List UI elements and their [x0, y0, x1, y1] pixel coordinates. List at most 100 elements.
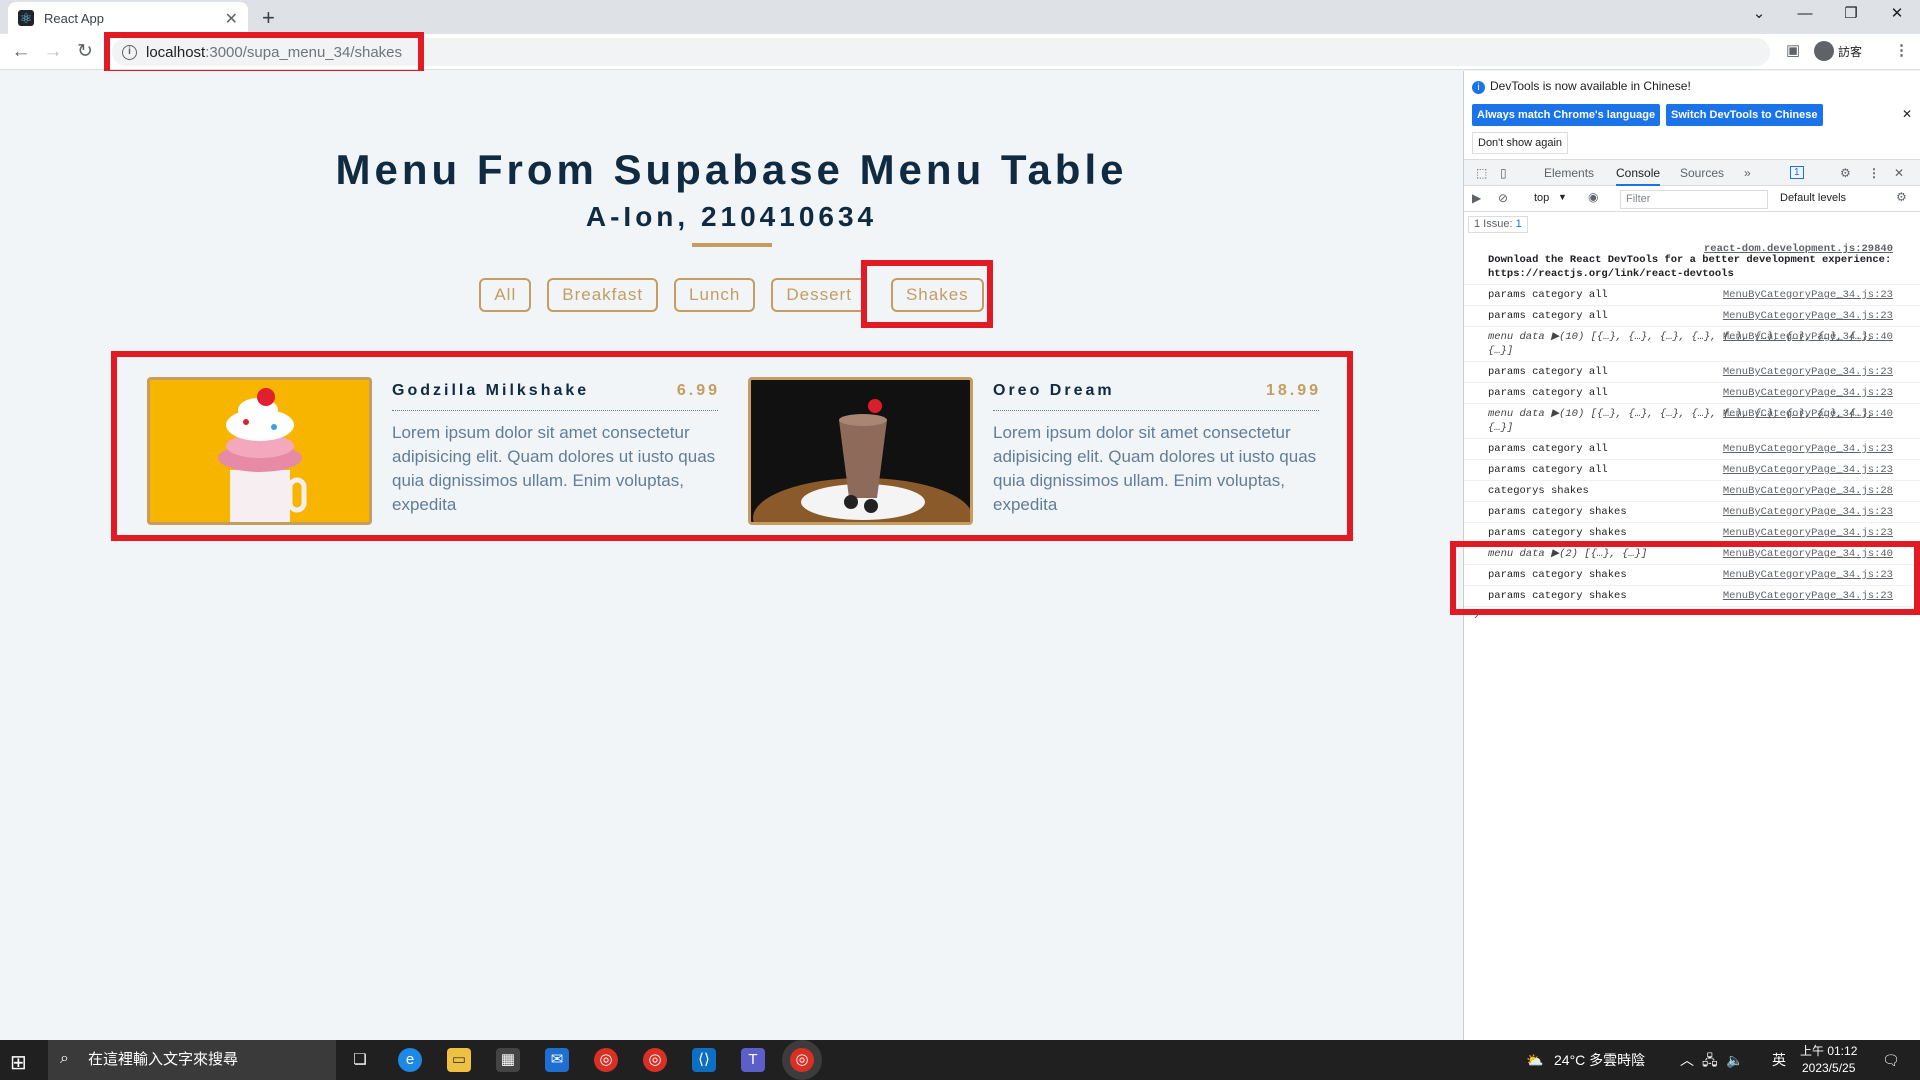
- reload-icon[interactable]: ↻: [72, 39, 98, 65]
- log-text: params category all: [1488, 310, 1608, 322]
- inspect-icon[interactable]: ⬚: [1476, 166, 1487, 180]
- devtools-menu-icon[interactable]: ⋮: [1868, 166, 1880, 180]
- clock-date: 2023/5/25: [1801, 1061, 1856, 1075]
- filter-lunch-button[interactable]: Lunch: [674, 278, 756, 312]
- vscode-icon[interactable]: ⟨⟩: [692, 1048, 716, 1072]
- profile-button[interactable]: 訪客: [1814, 41, 1862, 61]
- menu-dots-icon[interactable]: ⋮: [1894, 41, 1909, 59]
- context-select[interactable]: top: [1534, 192, 1549, 204]
- log-entry: react-dom.development.js:29840 Download t…: [1464, 239, 1920, 285]
- clear-console-icon[interactable]: ⊘: [1498, 191, 1508, 205]
- filter-all-button[interactable]: All: [479, 278, 532, 312]
- avatar: [1814, 41, 1834, 61]
- close-notice-icon[interactable]: ✕: [1902, 107, 1912, 121]
- issues-bar[interactable]: 1 Issue: 1: [1468, 216, 1528, 233]
- search-icon: ⌕: [60, 1050, 69, 1067]
- browser-tab[interactable]: ⚛ React App ✕: [8, 2, 248, 34]
- log-source-link[interactable]: MenuByCategoryPage_34.js:23: [1723, 288, 1893, 302]
- log-text: params category all: [1488, 366, 1608, 378]
- annotation-box-console: [1450, 541, 1920, 615]
- filter-dessert-button[interactable]: Dessert: [771, 278, 867, 312]
- tray-chevron-icon[interactable]: ︿: [1680, 1040, 1694, 1080]
- task-view-icon[interactable]: ❏: [348, 1048, 372, 1072]
- taskbar-clock[interactable]: 上午 01:12 2023/5/25: [1800, 1043, 1857, 1077]
- log-source-link[interactable]: MenuByCategoryPage_34.js:40: [1723, 330, 1893, 344]
- volume-icon[interactable]: 🔈: [1726, 1040, 1743, 1080]
- annotation-box-shakes: [861, 260, 993, 328]
- log-entry[interactable]: MenuByCategoryPage_34.js:40 menu data ▶(1…: [1464, 404, 1920, 439]
- settings-icon[interactable]: ⚙: [1840, 166, 1851, 180]
- weather-icon: ⛅: [1526, 1052, 1544, 1068]
- store-icon[interactable]: ▦: [496, 1048, 520, 1072]
- devtools-tabs: ⬚ ▯ Elements Console Sources » 1 ⚙ ⋮ ✕: [1464, 159, 1920, 186]
- tab-strip: ⚛ React App ✕ + ⌄ — ❐ ✕: [0, 0, 1920, 34]
- edge-icon[interactable]: e: [398, 1048, 422, 1072]
- chrome-icon[interactable]: ◎: [594, 1048, 618, 1072]
- log-text: params category all: [1488, 289, 1608, 301]
- dont-show-button[interactable]: Don't show again: [1472, 132, 1569, 154]
- page-title: Menu From Supabase Menu Table: [335, 146, 1128, 193]
- device-toolbar-icon[interactable]: ▯: [1500, 166, 1507, 180]
- ime-indicator[interactable]: 英: [1772, 1040, 1786, 1080]
- side-panel-icon[interactable]: ▣: [1786, 41, 1800, 59]
- restore-button[interactable]: ❐: [1828, 0, 1874, 30]
- issues-count: 1: [1515, 218, 1522, 230]
- log-entry[interactable]: MenuByCategoryPage_34.js:40 menu data ▶(1…: [1464, 327, 1920, 362]
- notice-text: DevTools is now available in Chinese!: [1490, 79, 1691, 93]
- filter-breakfast-button[interactable]: Breakfast: [547, 278, 659, 312]
- teams-icon[interactable]: T: [741, 1048, 765, 1072]
- notification-icon[interactable]: 🗨: [1882, 1040, 1900, 1080]
- match-language-button[interactable]: Always match Chrome's language: [1472, 104, 1661, 126]
- taskbar-search-input[interactable]: 在這裡輸入文字來搜尋: [48, 1040, 336, 1080]
- console-settings-icon[interactable]: ⚙: [1896, 190, 1907, 204]
- switch-language-button[interactable]: Switch DevTools to Chinese: [1666, 104, 1823, 126]
- console-toolbar: ▶ ⊘ top ▼ ◉ Filter Default levels ⚙: [1464, 186, 1920, 212]
- log-source-link[interactable]: MenuByCategoryPage_34.js:23: [1723, 442, 1893, 456]
- console-filter-input[interactable]: Filter: [1620, 190, 1768, 209]
- close-window-button[interactable]: ✕: [1874, 0, 1920, 30]
- log-entry: MenuByCategoryPage_34.js:23 params catego…: [1464, 383, 1920, 404]
- log-text: categorys shakes: [1488, 485, 1589, 497]
- log-source-link[interactable]: MenuByCategoryPage_34.js:23: [1723, 505, 1893, 519]
- category-filters: All Breakfast Lunch Dessert Shakes: [0, 278, 1463, 312]
- log-source-link[interactable]: MenuByCategoryPage_34.js:23: [1723, 365, 1893, 379]
- log-entry: MenuByCategoryPage_34.js:28 categorys sha…: [1464, 481, 1920, 502]
- new-tab-button[interactable]: +: [262, 5, 275, 31]
- log-source-link[interactable]: MenuByCategoryPage_34.js:23: [1723, 463, 1893, 477]
- tab-search-icon[interactable]: ⌄: [1736, 0, 1782, 30]
- log-text: Download the React DevTools for a better…: [1488, 254, 1892, 280]
- back-icon[interactable]: ←: [8, 39, 34, 65]
- log-source-link[interactable]: MenuByCategoryPage_34.js:28: [1723, 484, 1893, 498]
- log-entry: MenuByCategoryPage_34.js:23 params catego…: [1464, 439, 1920, 460]
- log-levels-select[interactable]: Default levels: [1780, 192, 1846, 204]
- network-icon[interactable]: 🖧: [1702, 1040, 1718, 1080]
- windows-start-icon[interactable]: ⊞: [10, 1050, 27, 1075]
- log-source-link[interactable]: MenuByCategoryPage_34.js:40: [1723, 407, 1893, 421]
- log-source-link[interactable]: MenuByCategoryPage_34.js:23: [1723, 309, 1893, 323]
- file-explorer-icon[interactable]: ▭: [447, 1048, 471, 1072]
- minimize-button[interactable]: —: [1782, 0, 1828, 30]
- more-tabs-icon[interactable]: »: [1744, 166, 1751, 180]
- tab-title: React App: [44, 10, 104, 26]
- tab-console[interactable]: Console: [1616, 166, 1661, 186]
- chrome-profile-icon[interactable]: ◎: [643, 1048, 667, 1072]
- log-entry: MenuByCategoryPage_34.js:23 params catego…: [1464, 362, 1920, 383]
- issues-badge[interactable]: 1: [1790, 166, 1804, 179]
- page-subtitle: A-Ion, 210410634: [585, 201, 878, 232]
- log-source-link[interactable]: MenuByCategoryPage_34.js:23: [1723, 526, 1893, 540]
- close-tab-icon[interactable]: ✕: [225, 9, 238, 29]
- profile-label: 訪客: [1838, 44, 1863, 59]
- sidebar-toggle-icon[interactable]: ▶: [1472, 191, 1481, 205]
- close-devtools-icon[interactable]: ✕: [1894, 166, 1904, 180]
- live-expression-icon[interactable]: ◉: [1588, 190, 1598, 204]
- issues-label: 1 Issue:: [1474, 218, 1513, 230]
- chrome-active-icon[interactable]: ◎: [790, 1048, 814, 1072]
- annotation-box-items: [111, 351, 1353, 541]
- forward-icon[interactable]: →: [40, 39, 66, 65]
- log-source-link[interactable]: react-dom.development.js:29840: [1704, 242, 1893, 256]
- mail-icon[interactable]: ✉: [545, 1048, 569, 1072]
- tab-sources[interactable]: Sources: [1680, 166, 1724, 180]
- weather-text[interactable]: 24°C 多雲時陰: [1554, 1040, 1645, 1080]
- tab-elements[interactable]: Elements: [1544, 166, 1594, 180]
- log-source-link[interactable]: MenuByCategoryPage_34.js:23: [1723, 386, 1893, 400]
